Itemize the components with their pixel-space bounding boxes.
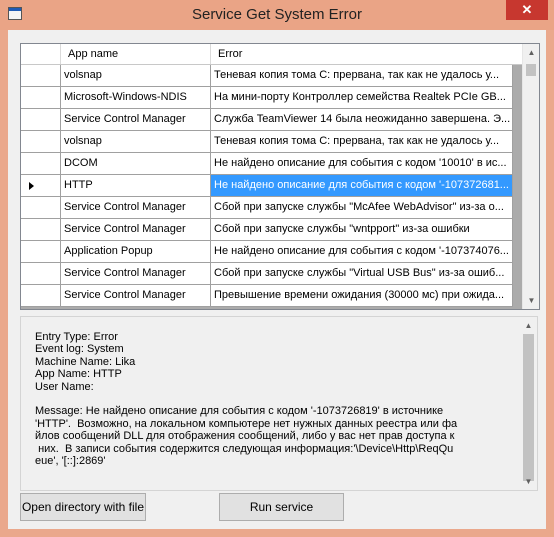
event-details-textbox[interactable]: Entry Type: Error Event log: System Mach… xyxy=(20,316,538,491)
row-header[interactable] xyxy=(21,241,61,263)
app-name-cell[interactable]: Service Control Manager xyxy=(61,197,211,219)
table-row[interactable]: Application Popup Не найдено описание для… xyxy=(21,241,523,263)
current-row-arrow-icon xyxy=(29,182,34,190)
app-name-cell[interactable]: Service Control Manager xyxy=(61,109,211,131)
row-header[interactable] xyxy=(21,153,61,175)
table-row[interactable]: Service Control Manager Превышение времен… xyxy=(21,285,523,307)
row-header-corner xyxy=(21,44,61,64)
details-scrollbar-thumb[interactable] xyxy=(523,334,534,481)
table-row[interactable]: volsnap Теневая копия тома C: прервана, т… xyxy=(21,131,523,153)
row-header[interactable] xyxy=(21,131,61,153)
app-name-cell[interactable]: DCOM xyxy=(61,153,211,175)
table-row[interactable]: Service Control Manager Сбой при запуске … xyxy=(21,197,523,219)
table-row[interactable]: Microsoft-Windows-NDIS На мини-порту Конт… xyxy=(21,87,523,109)
row-header[interactable] xyxy=(21,65,61,87)
error-cell[interactable]: Не найдено описание для события с кодом … xyxy=(211,175,513,197)
grid-scrollbar-thumb[interactable] xyxy=(526,64,536,76)
row-header[interactable] xyxy=(21,175,61,197)
client-area: App name Error volsnap Теневая копия тома… xyxy=(8,30,546,529)
event-details-text: Entry Type: Error Event log: System Mach… xyxy=(35,331,458,468)
row-header[interactable] xyxy=(21,197,61,219)
error-cell[interactable]: Сбой при запуске службы "McAfee WebAdvis… xyxy=(211,197,513,219)
table-row[interactable]: HTTP Не найдено описание для события с ко… xyxy=(21,175,523,197)
error-grid[interactable]: App name Error volsnap Теневая копия тома… xyxy=(20,43,540,310)
scroll-up-arrow-icon[interactable]: ▲ xyxy=(523,44,539,61)
app-name-cell[interactable]: HTTP xyxy=(61,175,211,197)
run-service-button[interactable]: Run service xyxy=(219,493,344,521)
row-header[interactable] xyxy=(21,219,61,241)
table-row[interactable]: DCOM Не найдено описание для события с ко… xyxy=(21,153,523,175)
window-title: Service Get System Error xyxy=(191,6,363,23)
close-button[interactable]: ✕ xyxy=(506,0,548,20)
error-cell[interactable]: Теневая копия тома C: прервана, так как … xyxy=(211,65,513,87)
error-cell[interactable]: Теневая копия тома C: прервана, так как … xyxy=(211,131,513,153)
app-name-cell[interactable]: Application Popup xyxy=(61,241,211,263)
table-row[interactable]: volsnap Теневая копия тома C: прервана, т… xyxy=(21,65,523,87)
row-header[interactable] xyxy=(21,87,61,109)
details-scroll-down-arrow-icon[interactable]: ▼ xyxy=(520,473,537,490)
app-name-cell[interactable]: volsnap xyxy=(61,131,211,153)
column-header-app-name[interactable]: App name xyxy=(61,44,211,64)
grid-vertical-scrollbar[interactable]: ▲ ▼ xyxy=(522,44,539,309)
details-scroll-up-arrow-icon[interactable]: ▲ xyxy=(520,317,537,334)
app-name-cell[interactable]: Service Control Manager xyxy=(61,219,211,241)
grid-header: App name Error xyxy=(21,44,523,65)
column-header-error[interactable]: Error xyxy=(211,44,513,64)
row-header[interactable] xyxy=(21,263,61,285)
title-bar[interactable]: Service Get System Error ✕ xyxy=(0,0,554,30)
main-window: Service Get System Error ✕ App name Erro… xyxy=(0,0,554,537)
error-cell[interactable]: На мини-порту Контроллер семейства Realt… xyxy=(211,87,513,109)
error-cell[interactable]: Сбой при запуске службы "Virtual USB Bus… xyxy=(211,263,513,285)
row-header[interactable] xyxy=(21,109,61,131)
app-name-cell[interactable]: Microsoft-Windows-NDIS xyxy=(61,87,211,109)
open-directory-button[interactable]: Open directory with file xyxy=(20,493,146,521)
app-name-cell[interactable]: Service Control Manager xyxy=(61,285,211,307)
error-cell[interactable]: Превышение времени ожидания (30000 мс) п… xyxy=(211,285,513,307)
scroll-down-arrow-icon[interactable]: ▼ xyxy=(523,292,539,309)
error-cell[interactable]: Служба TeamViewer 14 была неожиданно зав… xyxy=(211,109,513,131)
table-row[interactable]: Service Control Manager Служба TeamViewer… xyxy=(21,109,523,131)
details-vertical-scrollbar[interactable]: ▲ ▼ xyxy=(520,317,537,490)
error-cell[interactable]: Не найдено описание для события с кодом … xyxy=(211,241,513,263)
error-cell[interactable]: Не найдено описание для события с кодом … xyxy=(211,153,513,175)
error-cell[interactable]: Сбой при запуске службы "wntpport" из-за… xyxy=(211,219,513,241)
app-name-cell[interactable]: volsnap xyxy=(61,65,211,87)
table-row[interactable]: Service Control Manager Сбой при запуске … xyxy=(21,219,523,241)
table-row[interactable]: Service Control Manager Сбой при запуске … xyxy=(21,263,523,285)
row-header[interactable] xyxy=(21,285,61,307)
app-name-cell[interactable]: Service Control Manager xyxy=(61,263,211,285)
